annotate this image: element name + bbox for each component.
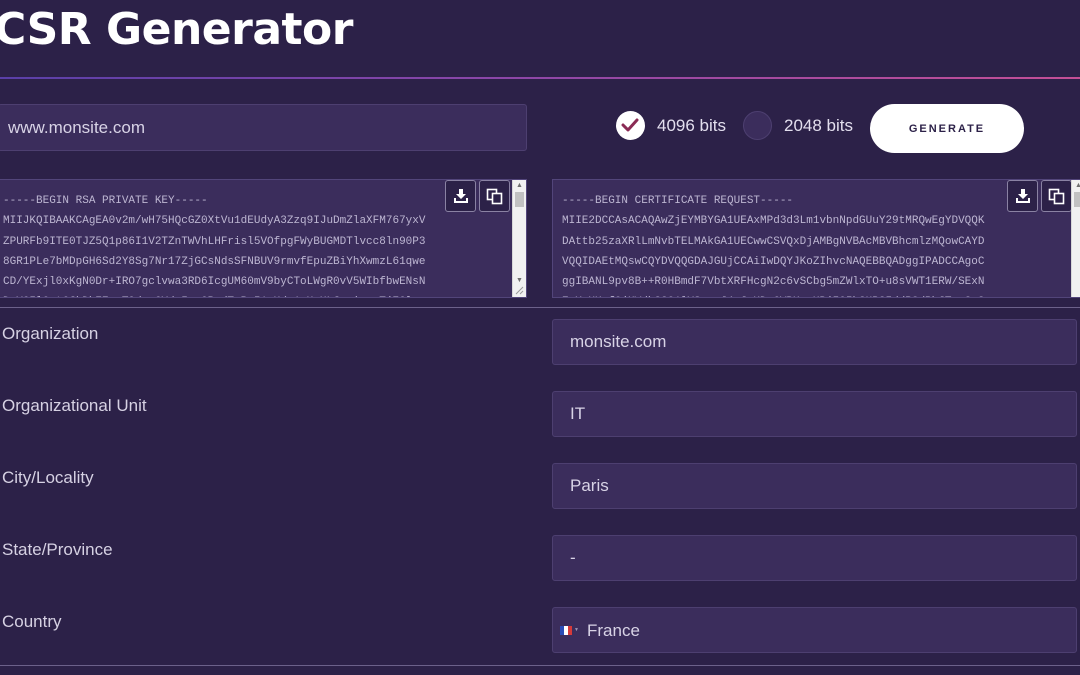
download-icon xyxy=(1015,189,1030,203)
scroll-thumb[interactable] xyxy=(1074,192,1080,207)
private-key-line: ZPURFb9ITE0TJZ5Q1p86I1V2TZnTWVhLHFrisl5V… xyxy=(3,235,426,248)
private-key-line: -----BEGIN RSA PRIVATE KEY----- xyxy=(3,195,208,207)
page-title: CSR Generator xyxy=(0,4,353,55)
scroll-down-icon[interactable]: ▼ xyxy=(516,277,523,285)
private-key-line: MIIJKQIBAAKCAgEA0v2m/wH75HQcGZ0XtVu1dEUd… xyxy=(3,215,426,228)
organizational-unit-label: Organizational Unit xyxy=(2,396,147,415)
flag-fr-icon xyxy=(560,626,572,635)
country-label: Country xyxy=(2,612,62,631)
private-key-text: -----BEGIN RSA PRIVATE KEY----- MIIJKQIBA… xyxy=(3,191,426,297)
city-locality-input[interactable] xyxy=(552,463,1077,509)
radio-4096-label[interactable]: 4096 bits xyxy=(657,116,726,136)
scroll-up-icon[interactable]: ▲ xyxy=(1075,182,1080,190)
domain-input[interactable] xyxy=(0,104,527,151)
organizational-unit-input[interactable] xyxy=(552,391,1077,437)
csr-text: -----BEGIN CERTIFICATE REQUEST----- MIIE2… xyxy=(562,191,985,297)
copy-icon xyxy=(486,188,503,204)
bottom-divider xyxy=(0,665,1080,666)
header-divider xyxy=(0,77,1080,79)
check-icon xyxy=(621,118,639,132)
private-key-line: 8GR1PLe7bMDpGH6Sd2Y8Sg7Nr17ZjGCsNdsSFNBU… xyxy=(3,255,426,268)
generate-button[interactable]: GENERATE xyxy=(870,104,1024,153)
section-divider xyxy=(0,307,1080,308)
resize-grip-icon[interactable] xyxy=(515,286,524,295)
state-province-input[interactable] xyxy=(552,535,1077,581)
scroll-thumb[interactable] xyxy=(515,192,524,207)
csr-line: DAttb25zaXRlLmNvbTELMAkGA1UECwwCSVQxDjAM… xyxy=(562,235,985,248)
copy-private-key-button[interactable] xyxy=(479,180,510,212)
state-province-label: State/Province xyxy=(2,540,113,559)
csr-line: ggIBANL9pv8B++R0HBmdF7VbtXRFHcgN2c6vSCbg… xyxy=(562,276,985,289)
download-private-key-button[interactable] xyxy=(445,180,476,212)
private-key-scrollbar[interactable]: ▲ ▼ xyxy=(512,180,526,297)
country-select[interactable]: ▼ France xyxy=(552,607,1077,653)
download-icon xyxy=(453,189,468,203)
csr-line: VQQIDAEtMQswCQYDVQQGDAJGUjCCAiIwDQYJKoZI… xyxy=(562,255,985,268)
private-key-textarea[interactable]: -----BEGIN RSA PRIVATE KEY----- MIIJKQIBA… xyxy=(0,179,527,298)
copy-csr-button[interactable] xyxy=(1041,180,1072,212)
csr-line: -----BEGIN CERTIFICATE REQUEST----- xyxy=(562,195,794,207)
organization-input[interactable] xyxy=(552,319,1077,365)
download-csr-button[interactable] xyxy=(1007,180,1038,212)
private-key-line: CD/YExjl0xKgN0Dr+IRO7gclvwa3RD6IcgUM60mV… xyxy=(3,276,426,289)
csr-textarea[interactable]: -----BEGIN CERTIFICATE REQUEST----- MIIE2… xyxy=(552,179,1080,298)
radio-2048-label[interactable]: 2048 bits xyxy=(784,116,853,136)
csr-scrollbar[interactable]: ▲ xyxy=(1071,180,1080,297)
csr-line: EwXnUUcfQjHWdb23O1lYSxwrJ4cJeUDg6VBUcvUB… xyxy=(562,292,984,297)
scroll-up-icon[interactable]: ▲ xyxy=(516,182,523,190)
chevron-down-icon: ▼ xyxy=(574,627,579,633)
copy-icon xyxy=(1048,188,1065,204)
country-value: France xyxy=(587,621,640,640)
city-locality-label: City/Locality xyxy=(2,468,94,487)
csr-line: MIIE2DCCAsACAQAwZjEYMBYGA1UEAxMPd3d3Lm1v… xyxy=(562,215,985,228)
private-key-line: DsYGIlOut6JkDb77wqT9/ucGYdoIuoGRe/TuRn51… xyxy=(3,292,425,297)
radio-2048-bits[interactable] xyxy=(743,111,772,140)
organization-label: Organization xyxy=(2,324,99,343)
radio-4096-bits[interactable] xyxy=(616,111,645,140)
